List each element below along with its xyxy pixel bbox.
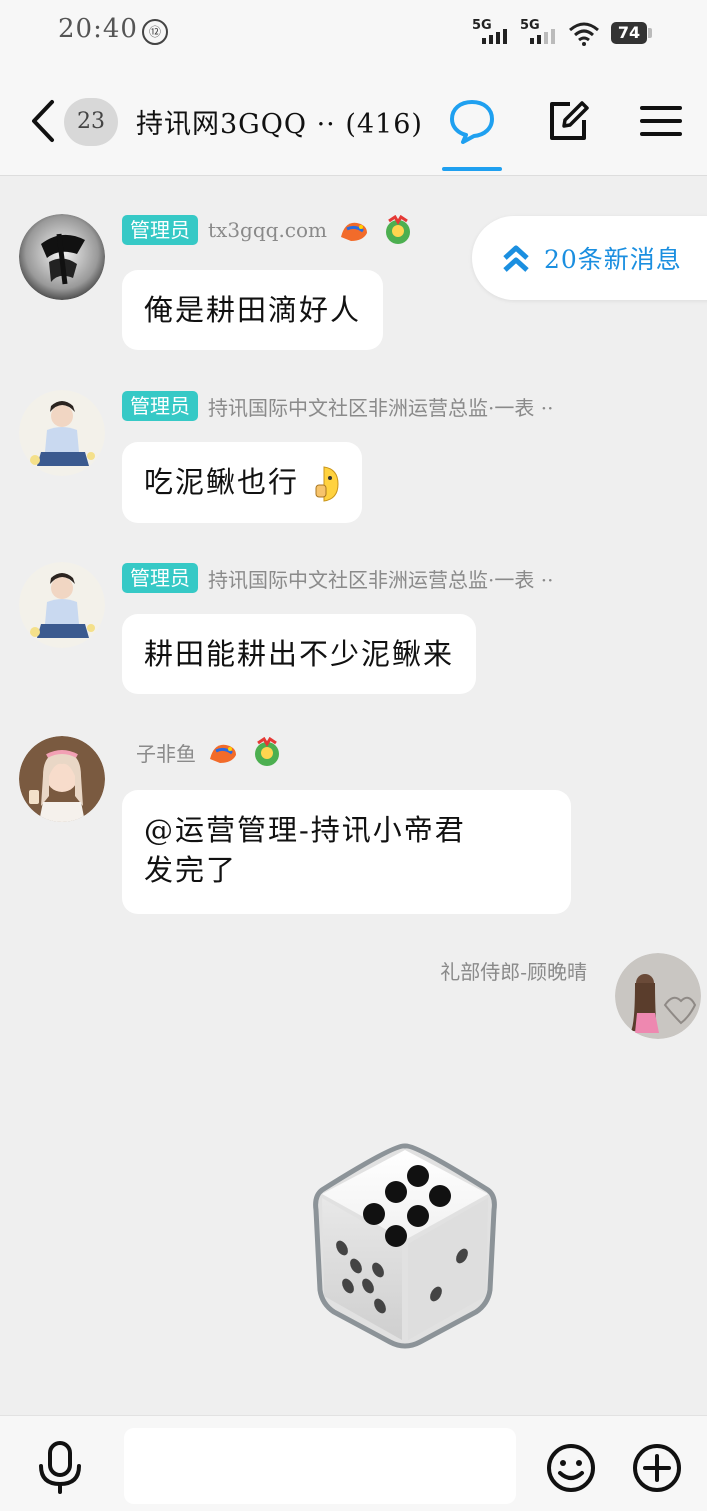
menu-icon[interactable] xyxy=(636,96,686,146)
sender-nickname[interactable]: 子非鱼 xyxy=(136,738,196,767)
status-bar: 20:40 ⑫ 5G 5G 74 xyxy=(0,0,707,66)
role-badge: 管理员 xyxy=(122,563,198,593)
avatar[interactable] xyxy=(19,562,105,648)
dragon-badge-icon xyxy=(210,744,236,763)
message-text-line: @运营管理-持讯小帝君 xyxy=(144,813,466,847)
message-input[interactable] xyxy=(124,1428,516,1504)
shh-face-emoji-icon xyxy=(315,466,339,502)
back-icon[interactable] xyxy=(24,98,64,144)
avatar[interactable] xyxy=(19,736,105,822)
self-nickname[interactable]: 礼部侍郎-顾晚晴 xyxy=(440,956,587,985)
message-bubble[interactable]: @运营管理-持讯小帝君 发完了 xyxy=(122,790,571,914)
sender-nickname[interactable]: 持讯国际中文社区非洲运营总监·一表 ·· xyxy=(208,392,553,421)
notification-icon: ⑫ xyxy=(142,19,168,45)
message-text-line: 发完了 xyxy=(144,853,238,887)
microphone-icon[interactable] xyxy=(36,1440,84,1494)
plus-icon[interactable] xyxy=(631,1442,683,1494)
emoji-icon[interactable] xyxy=(545,1442,597,1494)
status-time: 20:40 xyxy=(58,14,138,44)
message-meta: 管理员 持讯国际中文社区非洲运营总监·一表 ·· xyxy=(122,390,553,422)
message-meta: 管理员 持讯国际中文社区非洲运营总监·一表 ·· xyxy=(122,562,553,594)
avatar[interactable] xyxy=(19,390,105,476)
active-tab-indicator xyxy=(442,167,502,171)
message-bubble[interactable]: 俺是耕田滴好人 xyxy=(122,270,384,350)
new-messages-button[interactable]: 20条新消息 xyxy=(472,216,707,300)
dice-sticker[interactable] xyxy=(312,1140,498,1350)
self-avatar[interactable] xyxy=(615,953,701,1039)
battery-indicator: 74 xyxy=(611,22,652,44)
medal-badge-icon xyxy=(386,215,411,244)
message-meta: 子非鱼 xyxy=(136,736,284,768)
signal-5g-icon: 5G xyxy=(472,18,514,46)
message-meta: 管理员 tx3gqq.com xyxy=(122,214,415,246)
unread-count-badge[interactable]: 23 xyxy=(64,98,118,146)
dragon-badge-icon xyxy=(341,222,368,241)
input-bar xyxy=(0,1415,707,1511)
sender-nickname[interactable]: 持讯国际中文社区非洲运营总监·一表 ·· xyxy=(208,564,553,593)
edit-icon[interactable] xyxy=(544,96,594,146)
role-badge: 管理员 xyxy=(122,215,198,245)
message-bubble[interactable]: 耕田能耕出不少泥鳅来 xyxy=(122,614,477,694)
role-badge: 管理员 xyxy=(122,391,198,421)
medal-badge-icon xyxy=(255,737,279,766)
avatar[interactable] xyxy=(19,214,105,300)
chat-header: 23 持讯网3GQQ ·· (416) xyxy=(0,66,707,176)
signal-5g-secondary-icon: 5G xyxy=(520,18,562,46)
sender-nickname[interactable]: tx3gqq.com xyxy=(208,218,327,242)
message-bubble[interactable]: 吃泥鳅也行 xyxy=(122,442,363,523)
group-title[interactable]: 持讯网3GQQ ·· (416) xyxy=(136,102,423,141)
double-chevron-up-icon xyxy=(503,245,529,272)
message-text: 吃泥鳅也行 xyxy=(144,465,300,499)
new-messages-label: 20条新消息 xyxy=(544,245,682,274)
chat-bubble-icon[interactable] xyxy=(447,96,497,146)
wifi-icon xyxy=(569,22,599,46)
